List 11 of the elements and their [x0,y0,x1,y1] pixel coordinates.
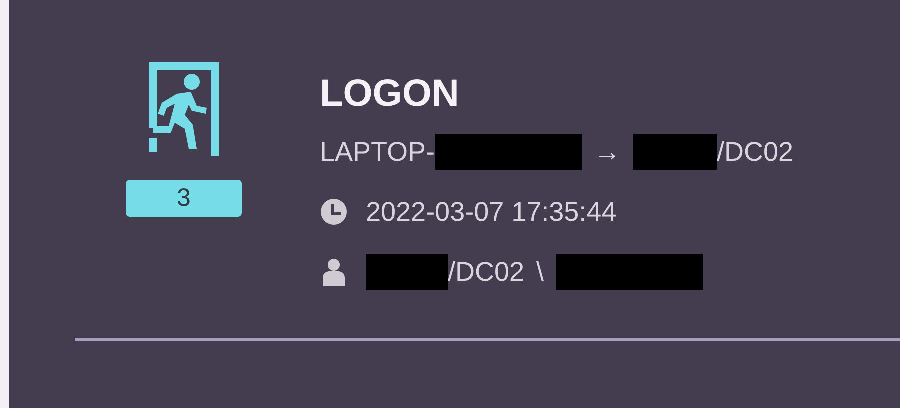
clock-icon [320,198,348,226]
user-icon [320,258,348,286]
account-domain: /DC02 [448,256,525,288]
source-host: LAPTOP- [320,136,436,168]
count-badge: 3 [126,180,242,217]
separator-text: \ [536,256,544,288]
target-host: /DC02 [717,136,794,168]
exit-door-icon [147,62,221,156]
event-title: LOGON [320,72,460,116]
timestamp: 2022-03-07 17:35:44 [366,196,617,228]
arrow-text: → [594,136,622,168]
